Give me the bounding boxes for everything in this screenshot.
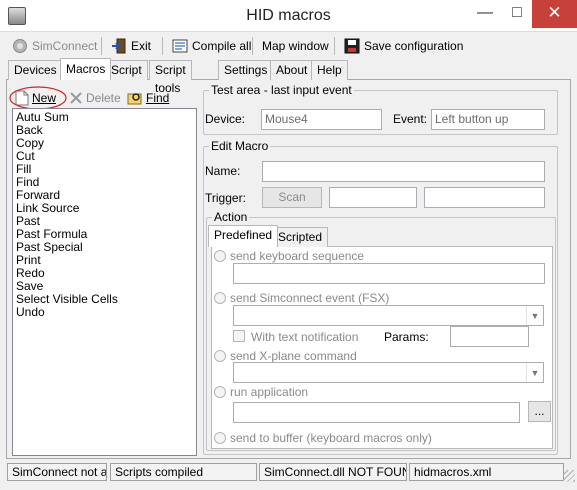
status-simconnect: SimConnect not av: [7, 463, 107, 481]
name-label: Name:: [205, 164, 241, 178]
chevron-down-icon: ▼: [526, 363, 543, 382]
status-scripts: Scripts compiled: [110, 463, 257, 481]
tab-predefined[interactable]: Predefined: [208, 225, 279, 247]
tab-help[interactable]: Help: [311, 60, 348, 80]
send-to-buffer-label: send to buffer (keyboard macros only): [230, 431, 432, 445]
device-label: Device:: [205, 112, 246, 126]
tab-about[interactable]: About: [270, 60, 314, 80]
list-item[interactable]: Copy: [16, 137, 193, 150]
simconnect-button[interactable]: SimConnect: [9, 35, 100, 56]
delete-icon: [70, 92, 82, 104]
simconnect-event-combo[interactable]: ▼: [233, 305, 544, 326]
save-configuration-button[interactable]: Save configuration: [341, 35, 466, 56]
maximize-button[interactable]: □: [503, 0, 531, 28]
application-path-field[interactable]: [233, 402, 520, 423]
minimize-button[interactable]: —: [468, 0, 502, 28]
status-bar: SimConnect not av Scripts compiled SimCo…: [0, 460, 577, 490]
compile-all-label: Compile all: [192, 38, 252, 53]
send-xplane-label: send X-plane command: [230, 349, 357, 363]
device-field[interactable]: Mouse4: [261, 109, 382, 130]
params-field[interactable]: [450, 326, 529, 347]
send-simconnect-label: send Simconnect event (FSX): [230, 291, 390, 305]
name-field[interactable]: [262, 161, 545, 182]
action-title: Action: [214, 210, 248, 224]
send-keyboard-radio[interactable]: [214, 250, 226, 262]
delete-macro-button[interactable]: Delete: [69, 89, 121, 107]
test-area-title: Test area - last input event: [211, 83, 352, 97]
send-keyboard-label: send keyboard sequence: [230, 249, 365, 263]
list-item[interactable]: Undo: [16, 306, 193, 319]
keyboard-sequence-field[interactable]: [233, 263, 545, 284]
tab-settings[interactable]: Settings: [218, 60, 274, 80]
toolbar-separator: [334, 37, 335, 55]
send-to-buffer-radio[interactable]: [214, 432, 226, 444]
browse-button[interactable]: ...: [528, 401, 551, 422]
tab-script-tools[interactable]: Script tools: [149, 60, 192, 95]
simconnect-icon: [13, 38, 27, 53]
scan-button[interactable]: Scan: [262, 187, 322, 208]
toolbar-separator: [162, 37, 163, 55]
event-label: Event:: [393, 112, 428, 126]
edit-macro-title: Edit Macro: [211, 139, 269, 153]
tab-scripted[interactable]: Scripted: [272, 227, 329, 247]
list-item[interactable]: Fill: [16, 163, 193, 176]
tab-devices[interactable]: Devices: [8, 60, 63, 80]
exit-label: Exit: [131, 38, 152, 53]
title-bar: HID macros — □ ✕: [0, 0, 577, 32]
delete-macro-label: Delete: [86, 91, 121, 105]
compile-icon: [172, 39, 188, 52]
trigger-label: Trigger:: [205, 191, 246, 205]
toolbar: SimConnect Exit Compile all Map window S…: [0, 32, 577, 59]
text-notification-label: With text notification: [251, 330, 359, 344]
find-icon: [127, 93, 142, 105]
macro-list[interactable]: Autu Sum Back Copy Cut Fill Find Forward Link S…: [12, 108, 197, 456]
xplane-command-combo[interactable]: ▼: [233, 362, 544, 383]
map-window-label: Map window: [262, 38, 329, 53]
list-item[interactable]: Cut: [16, 150, 193, 163]
event-field[interactable]: Left button up: [431, 109, 545, 130]
status-dll: SimConnect.dll NOT FOUN: [259, 463, 407, 481]
close-button[interactable]: ✕: [532, 0, 577, 28]
tab-script[interactable]: Script: [105, 60, 148, 80]
tab-macros[interactable]: Macros: [60, 58, 112, 80]
compile-all-button[interactable]: Compile all: [169, 35, 254, 56]
list-item[interactable]: Past Special: [16, 241, 193, 254]
resize-grip[interactable]: [563, 470, 575, 482]
trigger-event-field[interactable]: [424, 187, 545, 208]
trigger-device-field[interactable]: [329, 187, 417, 208]
send-simconnect-radio[interactable]: [214, 292, 226, 304]
toolbar-separator: [252, 37, 253, 55]
run-application-radio[interactable]: [214, 386, 226, 398]
exit-icon: [112, 38, 126, 53]
save-icon: [344, 38, 360, 53]
exit-button[interactable]: Exit: [108, 35, 154, 56]
send-xplane-radio[interactable]: [214, 350, 226, 362]
save-configuration-label: Save configuration: [364, 38, 464, 53]
text-notification-checkbox[interactable]: [233, 330, 245, 342]
run-application-label: run application: [230, 385, 309, 399]
list-item[interactable]: Link Source: [16, 202, 193, 215]
simconnect-label: SimConnect: [32, 38, 98, 53]
map-window-button[interactable]: Map window: [259, 35, 332, 56]
status-config-file: hidmacros.xml: [409, 463, 564, 481]
params-label: Params:: [384, 330, 429, 344]
find-macro-label: Find: [146, 91, 170, 105]
find-macro-button[interactable]: Find: [127, 89, 169, 107]
toolbar-separator: [101, 37, 102, 55]
chevron-down-icon: ▼: [526, 306, 543, 325]
